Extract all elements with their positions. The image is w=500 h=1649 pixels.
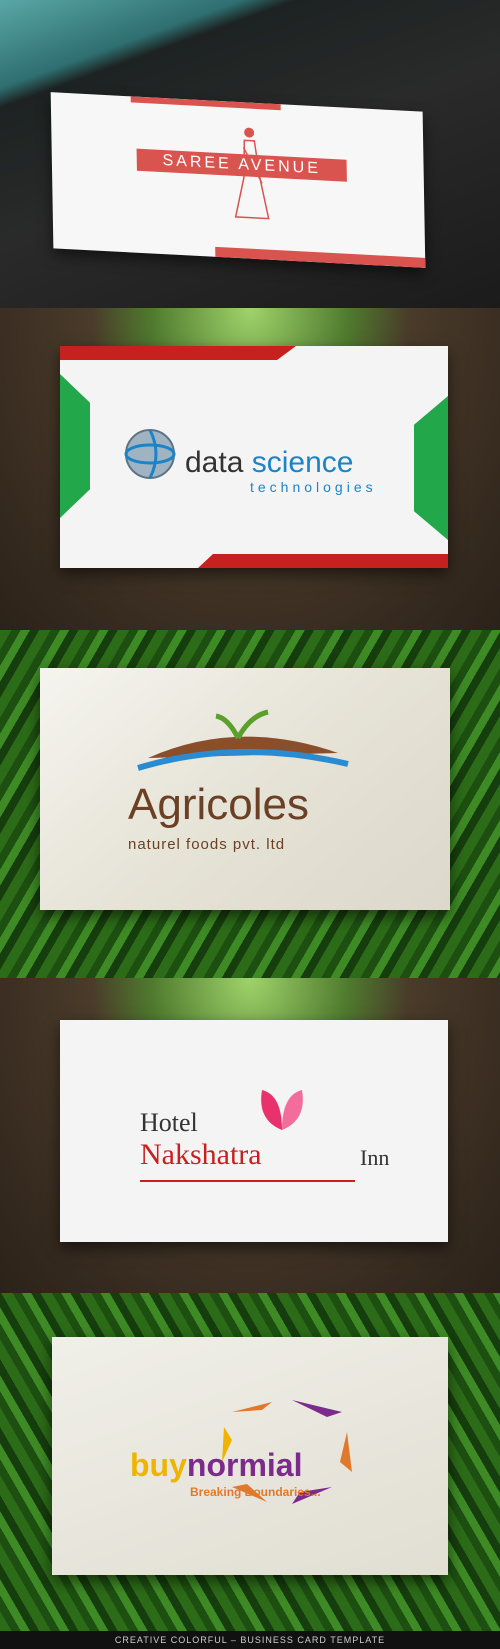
buynormial-photo: buynormial Breaking Boundaries... [0, 1293, 500, 1631]
sprout-hill-icon [137, 709, 349, 771]
brand-tagline: naturel foods pvt. ltd [128, 836, 286, 853]
hotel-nakshatra-card: Hotel Nakshatra Inn [60, 1020, 448, 1242]
brand-part-buy: buy [130, 1447, 187, 1483]
top-stripe [60, 346, 296, 360]
hotel-nakshatra-photo: Hotel Nakshatra Inn [0, 978, 500, 1293]
data-science-card: data science technologies [60, 346, 448, 568]
left-tab [60, 374, 90, 518]
saree-avenue-photo: SAREE AVENUE [0, 0, 500, 308]
globe-icon [124, 429, 176, 479]
brand-line-nakshatra: Nakshatra [140, 1138, 262, 1171]
buynormial-card: buynormial Breaking Boundaries... [52, 1337, 448, 1575]
agricoles-card: Agricoles naturel foods pvt. ltd [40, 668, 450, 910]
footer-caption: CREATIVE COLORFUL – BUSINESS CARD TEMPLA… [0, 1631, 500, 1649]
agricoles-photo: Agricoles naturel foods pvt. ltd [0, 630, 500, 978]
brand-tagline: technologies [250, 479, 377, 495]
brand-word-science: science [251, 446, 354, 479]
brand-part-normial: normial [186, 1447, 303, 1483]
brand-name: Agricoles [128, 780, 309, 829]
saree-avenue-card: SAREE AVENUE [50, 92, 426, 268]
card-top-stripe [130, 96, 281, 111]
data-science-photo: data science technologies [0, 308, 500, 630]
butterfly-icon [261, 1090, 303, 1130]
brand-word-data: data [185, 446, 244, 479]
brand-line-inn: Inn [360, 1145, 390, 1170]
brand-name: buynormial [130, 1447, 302, 1484]
brand-name: data science [185, 446, 353, 480]
brand-tagline: Breaking Boundaries... [190, 1485, 321, 1499]
bottom-stripe [198, 554, 448, 568]
brand-line-hotel: Hotel [140, 1108, 198, 1137]
underline [140, 1180, 355, 1182]
card-bottom-stripe [215, 246, 426, 268]
right-tab [414, 396, 448, 540]
